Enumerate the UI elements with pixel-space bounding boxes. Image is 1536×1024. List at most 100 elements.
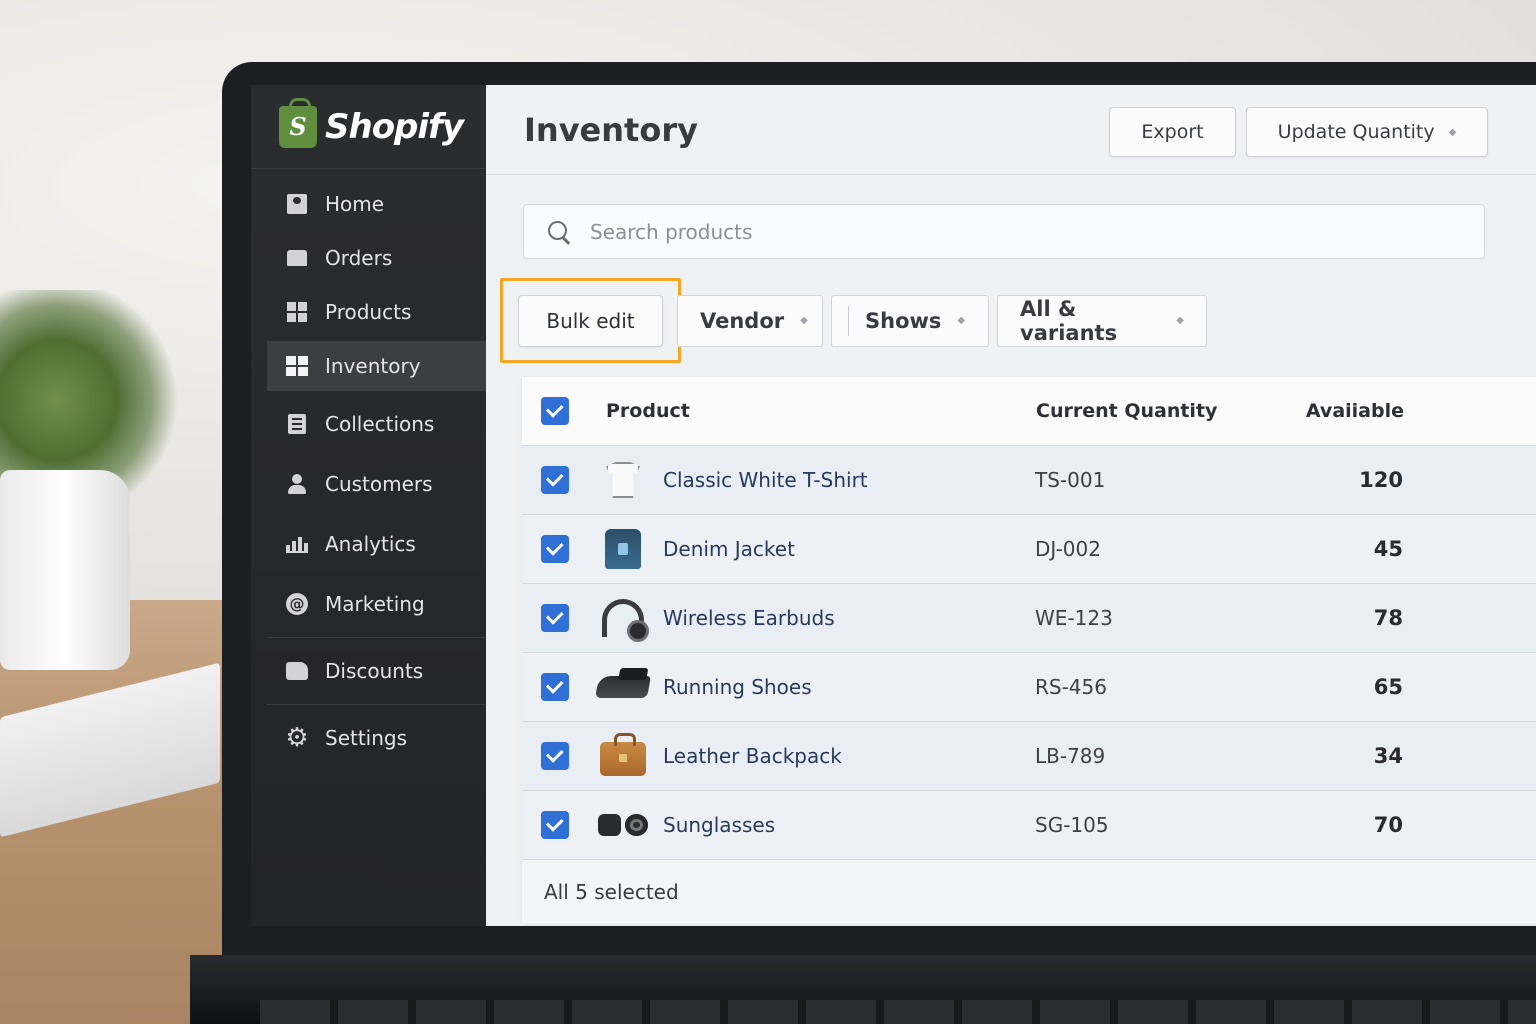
sidebar-item-discounts[interactable]: Discounts bbox=[251, 644, 486, 698]
column-header-available[interactable]: Avaiiable bbox=[1284, 400, 1404, 422]
product-sku: SG-105 bbox=[1035, 813, 1109, 837]
sidebar-item-label: Marketing bbox=[325, 592, 425, 616]
product-name[interactable]: Sunglasses bbox=[663, 813, 1035, 837]
plant-pot-image bbox=[0, 470, 130, 670]
brand-logo[interactable]: S Shopify bbox=[251, 85, 486, 169]
chevron-down-icon: ◆ bbox=[1448, 126, 1457, 138]
table-header: Product Current Quantity Avaiiable bbox=[522, 377, 1536, 446]
bag-image bbox=[597, 733, 649, 778]
vendor-filter-label: Vendor bbox=[700, 308, 785, 333]
sidebar-item-home[interactable]: Home bbox=[251, 177, 486, 231]
bulk-edit-highlight: Bulk edit bbox=[500, 278, 681, 363]
search-bar[interactable] bbox=[523, 204, 1485, 259]
product-name[interactable]: Leather Backpack bbox=[663, 744, 1035, 768]
available-quantity: 65 bbox=[1373, 675, 1403, 699]
export-button[interactable]: Export bbox=[1109, 107, 1236, 157]
shows-filter-label: Shows bbox=[865, 308, 942, 333]
product-name[interactable]: Denim Jacket bbox=[663, 537, 1035, 561]
products-icon bbox=[285, 300, 309, 324]
product-name[interactable]: Wireless Earbuds bbox=[663, 606, 1035, 630]
app-window: S Shopify Home Orders Products Inventory bbox=[251, 85, 1536, 926]
sidebar-item-label: Orders bbox=[325, 246, 393, 270]
product-sku: DJ-002 bbox=[1035, 537, 1101, 561]
sidebar-nav: Home Orders Products Inventory Collectio… bbox=[251, 169, 486, 765]
row-checkbox[interactable] bbox=[541, 742, 569, 770]
sidebar-item-label: Inventory bbox=[325, 354, 421, 378]
sidebar-item-inventory[interactable]: Inventory bbox=[267, 341, 486, 391]
search-input[interactable] bbox=[590, 219, 1390, 244]
home-icon bbox=[285, 192, 309, 216]
row-checkbox[interactable] bbox=[541, 673, 569, 701]
product-name[interactable]: Classic White T-Shirt bbox=[663, 468, 1035, 492]
inventory-icon bbox=[285, 354, 309, 378]
inventory-table: Product Current Quantity Avaiiable Class… bbox=[522, 377, 1536, 924]
sidebar-divider bbox=[267, 704, 486, 705]
sidebar-item-collections[interactable]: Collections bbox=[251, 397, 486, 451]
table-row[interactable]: Wireless Earbuds WE-123 78 bbox=[522, 584, 1536, 653]
available-quantity: 120 bbox=[1359, 468, 1403, 492]
select-all-checkbox[interactable] bbox=[541, 397, 569, 425]
product-name[interactable]: Running Shoes bbox=[663, 675, 1035, 699]
table-row[interactable]: Denim Jacket DJ-002 45 bbox=[522, 515, 1536, 584]
search-icon bbox=[546, 219, 572, 245]
main-content: Inventory Export Update Quantity ◆ Bulk … bbox=[486, 85, 1536, 926]
sidebar: S Shopify Home Orders Products Inventory bbox=[251, 85, 486, 926]
sidebar-item-label: Settings bbox=[325, 726, 408, 750]
product-sku: TS-001 bbox=[1035, 468, 1106, 492]
tshirt-image bbox=[597, 458, 649, 502]
chevron-down-icon: ◆ bbox=[800, 315, 808, 326]
shoes-image bbox=[595, 665, 651, 709]
sidebar-item-label: Home bbox=[325, 192, 385, 216]
sidebar-item-marketing[interactable]: @ Marketing bbox=[251, 577, 486, 631]
update-quantity-button[interactable]: Update Quantity ◆ bbox=[1246, 107, 1488, 157]
shows-filter[interactable]: Shows ◆ bbox=[831, 294, 989, 347]
marketing-icon: @ bbox=[285, 592, 309, 616]
vendor-filter[interactable]: Vendor ◆ bbox=[677, 294, 823, 347]
table-row[interactable]: Leather Backpack LB-789 34 bbox=[522, 722, 1536, 791]
product-sku: WE-123 bbox=[1035, 606, 1113, 630]
analytics-icon bbox=[285, 532, 309, 556]
keyboard-keys bbox=[260, 1000, 1536, 1024]
shopify-bag-icon: S bbox=[279, 97, 317, 148]
sidebar-item-settings[interactable]: ⚙ Settings bbox=[251, 711, 486, 765]
column-header-current-quantity[interactable]: Current Quantity bbox=[1036, 400, 1284, 422]
chevron-down-icon: ◆ bbox=[1176, 315, 1184, 326]
header-actions: Export Update Quantity ◆ bbox=[1109, 107, 1488, 157]
variants-filter[interactable]: All & variants ◆ bbox=[997, 294, 1207, 347]
collections-icon bbox=[285, 412, 309, 436]
row-checkbox[interactable] bbox=[541, 535, 569, 563]
row-checkbox[interactable] bbox=[541, 466, 569, 494]
sidebar-item-orders[interactable]: Orders bbox=[251, 231, 486, 285]
jacket-image bbox=[597, 527, 649, 571]
sidebar-divider bbox=[267, 637, 486, 638]
sidebar-item-label: Collections bbox=[325, 412, 435, 436]
discounts-icon bbox=[285, 659, 309, 683]
page-title: Inventory bbox=[524, 110, 698, 149]
product-sku: RS-456 bbox=[1035, 675, 1107, 699]
table-row[interactable]: Running Shoes RS-456 65 bbox=[522, 653, 1536, 722]
divider bbox=[848, 305, 849, 336]
table-row[interactable]: Classic White T-Shirt TS-001 120 bbox=[522, 446, 1536, 515]
sidebar-item-label: Discounts bbox=[325, 659, 424, 683]
sidebar-item-label: Products bbox=[325, 300, 412, 324]
available-quantity: 70 bbox=[1373, 813, 1403, 837]
row-checkbox[interactable] bbox=[541, 811, 569, 839]
bulk-edit-button[interactable]: Bulk edit bbox=[518, 294, 663, 347]
product-sku: LB-789 bbox=[1035, 744, 1106, 768]
brand-name: Shopify bbox=[325, 106, 464, 147]
filter-bar: Bulk edit Vendor ◆ Shows ◆ All & variant… bbox=[500, 278, 1207, 363]
selection-summary: All 5 selected bbox=[522, 860, 1536, 924]
variants-filter-label: All & variants bbox=[1020, 296, 1118, 345]
sunglasses-image bbox=[597, 803, 649, 847]
customers-icon bbox=[285, 472, 309, 496]
column-header-product[interactable]: Product bbox=[606, 400, 1036, 422]
available-quantity: 34 bbox=[1373, 744, 1403, 768]
sidebar-item-customers[interactable]: Customers bbox=[251, 457, 486, 511]
chevron-down-icon: ◆ bbox=[957, 315, 966, 326]
sidebar-item-analytics[interactable]: Analytics bbox=[251, 517, 486, 571]
sidebar-item-products[interactable]: Products bbox=[251, 285, 486, 339]
row-checkbox[interactable] bbox=[541, 604, 569, 632]
table-row[interactable]: Sunglasses SG-105 70 bbox=[522, 791, 1536, 860]
headphones-image bbox=[597, 596, 649, 642]
page-header: Inventory Export Update Quantity ◆ bbox=[486, 85, 1536, 175]
